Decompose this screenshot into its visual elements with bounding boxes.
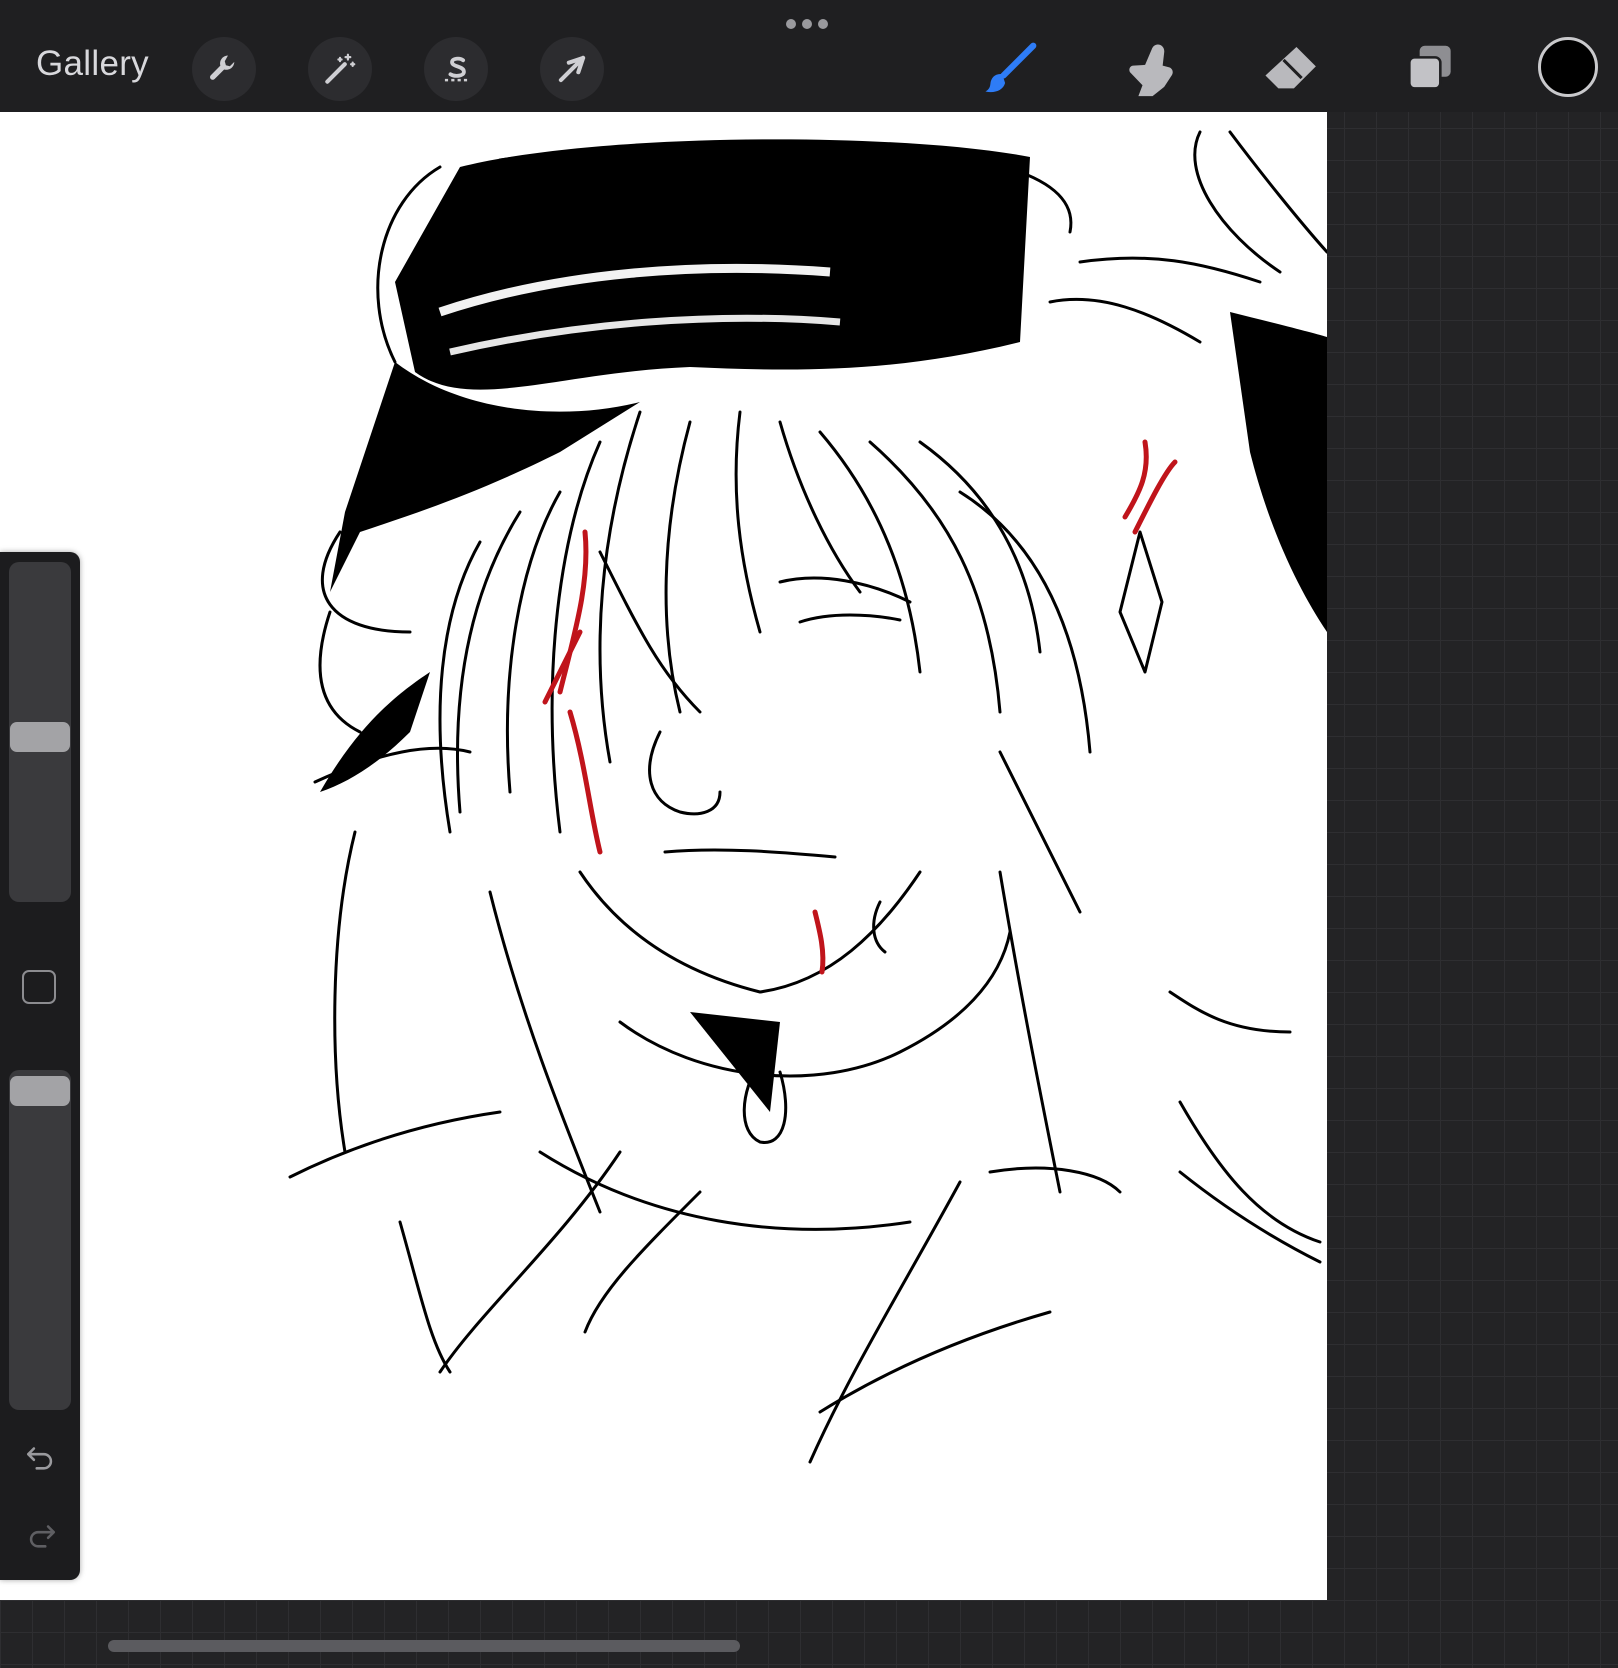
eraser-icon — [1265, 47, 1316, 89]
magic-wand-icon — [325, 53, 356, 84]
redo-icon[interactable] — [22, 1518, 60, 1552]
transform-button[interactable] — [540, 37, 604, 101]
sketch-artwork — [288, 130, 1327, 1464]
brush-size-slider[interactable] — [9, 562, 71, 902]
layers-icon — [1408, 45, 1451, 90]
brush-icon — [985, 42, 1037, 93]
opacity-slider[interactable] — [9, 1070, 71, 1410]
brush-size-thumb[interactable] — [10, 722, 70, 752]
selection-s-icon — [444, 56, 468, 82]
actions-wrench-button[interactable] — [192, 37, 256, 101]
opacity-thumb[interactable] — [10, 1076, 70, 1106]
gallery-button[interactable]: Gallery — [36, 44, 149, 84]
adjustments-button[interactable] — [308, 37, 372, 101]
selection-button[interactable] — [424, 37, 488, 101]
smudge-tool-button[interactable] — [1115, 34, 1185, 104]
brush-sidebar — [0, 552, 80, 1580]
eraser-tool-button[interactable] — [1255, 34, 1325, 104]
brush-tool-button[interactable] — [975, 34, 1045, 104]
top-toolbar: Gallery — [0, 0, 1618, 112]
layers-button[interactable] — [1395, 34, 1465, 104]
drawing-canvas[interactable] — [0, 112, 1327, 1600]
horizontal-scrollbar[interactable] — [108, 1640, 740, 1652]
color-picker-swatch[interactable] — [1538, 37, 1598, 97]
undo-icon[interactable] — [22, 1440, 60, 1474]
smudge-finger-icon — [1129, 44, 1173, 97]
wrench-icon — [210, 55, 235, 80]
square-modify-icon[interactable] — [22, 970, 56, 1004]
ellipsis-icon[interactable] — [786, 19, 828, 29]
arrow-cursor-icon — [558, 55, 586, 83]
